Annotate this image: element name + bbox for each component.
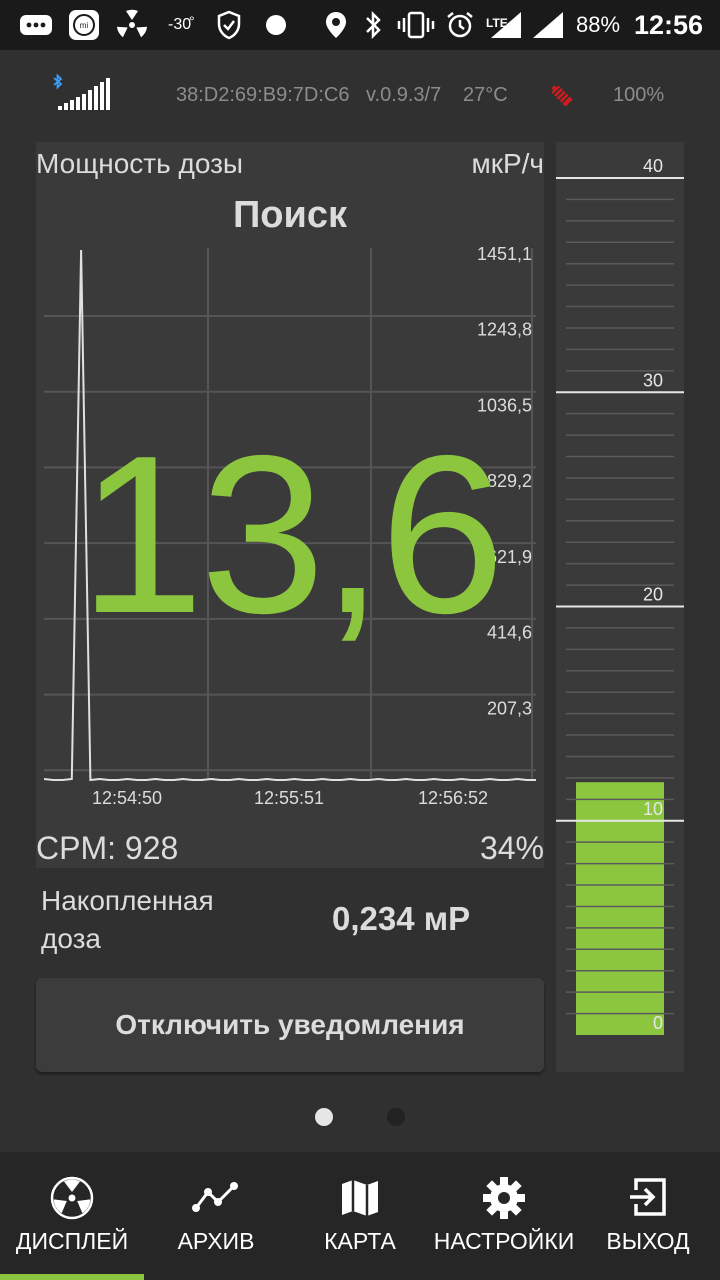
device-signal-icon bbox=[50, 73, 112, 117]
chart-x-tick-label: 12:56:52 bbox=[418, 788, 488, 808]
battery-percent: 88% bbox=[576, 12, 621, 37]
gauge-tick-label: 30 bbox=[643, 370, 663, 390]
device-battery-percent: 100% bbox=[613, 84, 665, 106]
status-temp-degree: ° bbox=[189, 13, 195, 29]
nav-map-label: КАРТА bbox=[324, 1228, 396, 1254]
dose-rate-gauge: 40 30 20 10 0 bbox=[556, 142, 684, 1072]
nav-active-indicator bbox=[0, 1274, 144, 1280]
dose-rate-value: 13,6 bbox=[79, 408, 505, 660]
chart-x-tick-label: 12:55:51 bbox=[254, 788, 324, 808]
shield-check-icon bbox=[214, 10, 244, 40]
exit-icon bbox=[628, 1176, 668, 1223]
dose-rate-title: Мощность дозы bbox=[36, 148, 244, 179]
svg-text:mi: mi bbox=[80, 21, 89, 30]
mode-label: Поиск bbox=[232, 194, 348, 236]
nav-settings[interactable]: НАСТРОЙКИ bbox=[432, 1152, 576, 1280]
nav-archive[interactable]: АРХИВ bbox=[144, 1152, 288, 1280]
device-battery-icon bbox=[546, 80, 578, 117]
chart-y-tick-label: 1243,8 bbox=[477, 320, 532, 340]
radiation-status-icon bbox=[114, 9, 150, 40]
chart-line-icon bbox=[192, 1176, 240, 1225]
nav-archive-label: АРХИВ bbox=[177, 1228, 255, 1254]
signal-2-icon bbox=[530, 10, 566, 40]
dose-rate-unit: мкР/ч bbox=[471, 148, 544, 179]
cpm-value: CPM: 928 bbox=[36, 830, 179, 866]
accumulated-dose-value: 0,234 мР bbox=[332, 900, 471, 937]
nav-map[interactable]: КАРТА bbox=[288, 1152, 432, 1280]
signal-icon bbox=[488, 10, 524, 40]
nav-display-label: ДИСПЛЕЙ bbox=[15, 1228, 129, 1254]
bottom-navigation: ДИСПЛЕЙ АРХИВ КАРТА НАСТРОЙКИ ВЫХОД bbox=[0, 1152, 720, 1280]
device-mac: 38:D2:69:B9:7D:C6 bbox=[176, 84, 350, 106]
nav-exit-label: ВЫХОД bbox=[606, 1228, 690, 1254]
gauge-tick-label: 40 bbox=[643, 156, 663, 176]
page-indicator-1[interactable] bbox=[315, 1108, 333, 1126]
error-percent: 34% bbox=[479, 830, 544, 866]
chart-y-tick-label: 207,3 bbox=[487, 698, 532, 718]
dot-icon bbox=[262, 10, 290, 40]
radiation-icon bbox=[50, 1176, 94, 1225]
messages-icon bbox=[18, 10, 54, 40]
chart-y-tick-label: 1451,1 bbox=[477, 244, 532, 264]
status-temp: -30 bbox=[168, 16, 192, 33]
alarm-icon bbox=[444, 10, 476, 40]
gear-icon bbox=[482, 1176, 526, 1225]
device-version: v.0.9.3/7 bbox=[366, 84, 442, 106]
map-icon bbox=[340, 1176, 380, 1225]
vibrate-icon bbox=[396, 10, 436, 40]
gauge-tick-label: 10 bbox=[643, 799, 663, 819]
dose-rate-panel: Мощность дозы мкР/ч Поиск 1451,1 1243,8 10… bbox=[36, 142, 544, 868]
status-time: 12:56 bbox=[634, 10, 704, 40]
bluetooth-icon bbox=[360, 10, 386, 40]
nav-exit[interactable]: ВЫХОД bbox=[576, 1152, 720, 1280]
location-icon bbox=[322, 10, 350, 40]
mi-app-icon: mi bbox=[66, 10, 102, 40]
nav-settings-label: НАСТРОЙКИ bbox=[433, 1228, 575, 1254]
status-bar: mi -30 ° LTE 88% 12:56 bbox=[0, 0, 720, 50]
gauge-scale: 40 30 20 10 0 bbox=[556, 156, 684, 1035]
page-indicator-2[interactable] bbox=[387, 1108, 405, 1126]
nav-display[interactable]: ДИСПЛЕЙ bbox=[0, 1152, 144, 1280]
mute-notifications-button[interactable]: Отключить уведомления bbox=[36, 978, 544, 1072]
gauge-tick-label: 20 bbox=[643, 585, 663, 605]
gauge-tick-label: 0 bbox=[653, 1013, 663, 1033]
device-temperature: 27°C bbox=[463, 84, 508, 106]
accumulated-dose-label: Накопленная доза bbox=[41, 885, 214, 954]
chart-x-tick-label: 12:54:50 bbox=[92, 788, 162, 808]
